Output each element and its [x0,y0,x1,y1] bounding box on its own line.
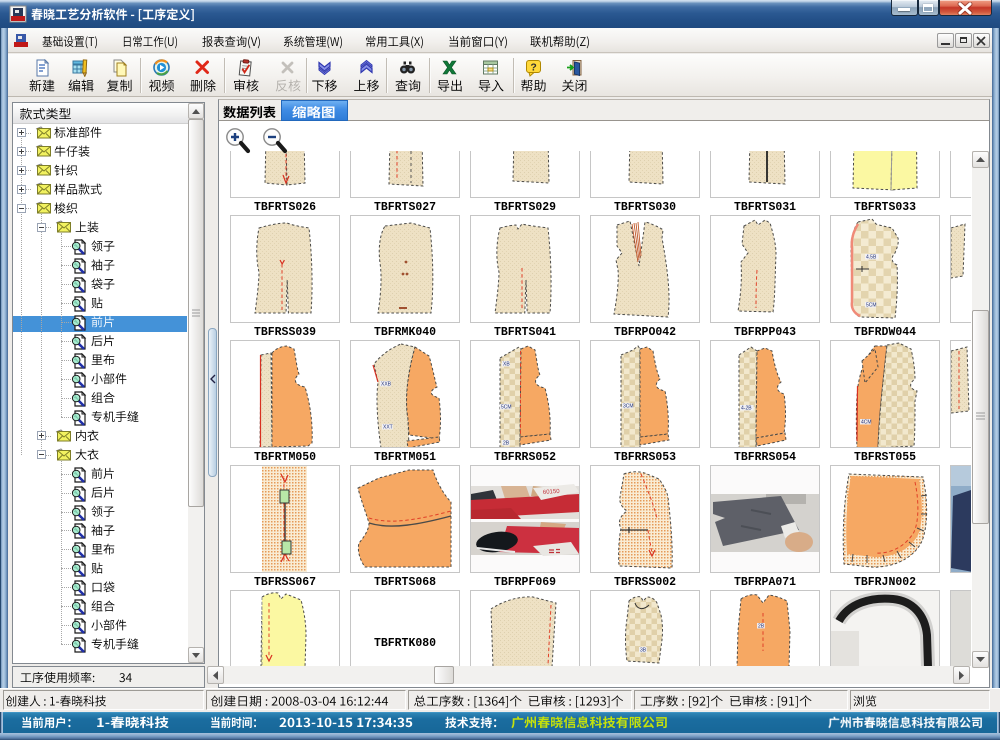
svg-text:3B: 3B [640,647,647,653]
svg-text:?: ? [530,62,536,74]
svg-text:XXT: XXT [383,424,393,430]
svg-text:3CM: 3CM [623,403,634,409]
svg-text:2B: 2B [758,623,765,629]
svg-text:60150: 60150 [543,488,561,495]
svg-text:4.5B: 4.5B [866,254,877,260]
svg-text:4-2B: 4-2B [741,405,752,411]
svg-text:XB: XB [503,361,510,367]
svg-text:2B: 2B [503,440,510,446]
svg-text:4CM: 4CM [861,419,872,425]
svg-text:XXB: XXB [381,381,392,387]
svg-text:5CM: 5CM [866,302,877,308]
svg-text:5CM: 5CM [501,404,512,410]
